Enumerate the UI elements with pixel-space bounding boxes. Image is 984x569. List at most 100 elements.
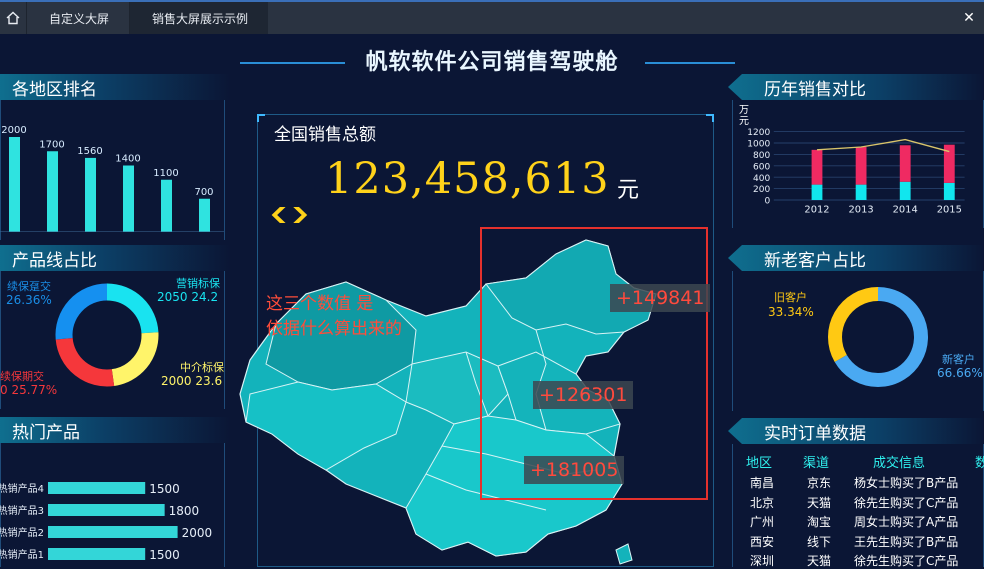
hot-product-bar xyxy=(48,504,165,516)
history-bar-high xyxy=(855,146,867,185)
hot-product-value: 1500 xyxy=(149,482,180,496)
orders-col-channel: 渠道 xyxy=(803,456,830,471)
tab-sales-demo[interactable]: 销售大屏展示示例 xyxy=(129,2,269,34)
history-bar-low xyxy=(943,182,955,200)
pl-label-topright-val: 2050 24.2 xyxy=(157,290,219,304)
order-channel: 淘宝 xyxy=(807,515,832,529)
history-ytick: 0 xyxy=(764,197,770,207)
orders-col-info: 成交信息 xyxy=(873,456,926,471)
region-bar xyxy=(161,179,172,232)
customers-donut xyxy=(828,287,928,387)
order-region: 深圳 xyxy=(750,554,775,568)
hot-product-value: 1800 xyxy=(169,504,200,518)
hot-product-bar xyxy=(48,526,178,538)
new-customer-pct: 66.66% xyxy=(937,366,983,380)
orders-col-extra: 数 xyxy=(975,456,984,471)
page-title: 帆软软件公司销售驾驶舱 xyxy=(365,50,619,75)
hot-products-bar-chart: 热销产品41500热销产品31800热销产品22000热销产品115000500… xyxy=(0,482,213,562)
order-info: 徐先生购买了C产品 xyxy=(854,554,959,568)
product-line-slice xyxy=(55,283,108,340)
order-info: 徐先生购买了C产品 xyxy=(854,495,959,510)
close-icon[interactable]: ✕ xyxy=(954,2,984,34)
order-info: 杨女士购买了B产品 xyxy=(854,476,959,490)
chevron-icon: ❮❯ xyxy=(267,204,311,223)
order-region: 南昌 xyxy=(750,476,775,490)
region-bar-label: 1400 xyxy=(115,154,140,165)
order-channel: 天猫 xyxy=(807,554,832,568)
new-customer-label: 新客户 xyxy=(942,353,975,366)
history-bar-high xyxy=(811,149,823,185)
hot-product-label: 热销产品2 xyxy=(0,526,44,539)
total-sales-label: 全国销售总额 xyxy=(274,125,376,145)
map-value-northeast: +149841 xyxy=(610,284,711,312)
orders-col-region: 地区 xyxy=(746,456,773,471)
regions-bar-chart: 2000广东1700江苏1560浙江1400安徽1100河南700河北 xyxy=(0,125,224,232)
tab-custom-screen[interactable]: 自定义大屏 xyxy=(26,2,129,34)
order-channel: 京东 xyxy=(807,476,832,490)
orders-header: 实时订单数据 xyxy=(728,418,984,444)
order-region: 北京 xyxy=(750,495,775,510)
hot-products-header: 热门产品 xyxy=(0,417,230,443)
region-bar-label: 700 xyxy=(194,187,213,198)
region-bar-label: 2000 xyxy=(1,125,26,136)
customers-header: 新老客户占比 xyxy=(728,245,984,271)
order-channel: 天猫 xyxy=(807,495,832,510)
history-chart: 0 200400 6008001000 1200 2012 2013 2014 2015 xyxy=(747,128,965,216)
hot-product-bar xyxy=(48,548,146,560)
total-sales-value: 123,458,613 xyxy=(325,154,610,204)
order-region: 广州 xyxy=(750,515,775,529)
tab-bar: 自定义大屏 销售大屏展示示例 ✕ xyxy=(0,0,984,34)
home-icon[interactable] xyxy=(0,2,26,34)
order-info: 王先生购买了B产品 xyxy=(854,534,959,549)
pl-label-topright-name: 营销标保 xyxy=(176,277,220,290)
history-bar-low xyxy=(899,181,911,200)
total-sales-unit: 元 xyxy=(617,178,640,203)
order-region: 西安 xyxy=(750,534,775,549)
pl-label-topleft-pct: 26.36% xyxy=(6,293,52,307)
history-ytick: 400 xyxy=(753,174,770,184)
annotation-text: 这三个数值 是 依据什么算出来的 xyxy=(266,294,402,339)
old-customer-pct: 33.34% xyxy=(768,305,814,319)
history-line xyxy=(816,138,950,153)
history-header: 历年销售对比 xyxy=(728,74,984,100)
history-xtick: 2012 xyxy=(804,205,829,216)
pl-label-bottomleft-val: 0 25.77% xyxy=(0,383,58,397)
history-ytick: 1200 xyxy=(747,128,770,138)
history-xtick: 2014 xyxy=(893,205,918,216)
product-line-slice xyxy=(106,283,159,334)
region-bar xyxy=(9,137,20,232)
history-ytick: 200 xyxy=(753,185,770,195)
customer-slice xyxy=(828,287,879,363)
history-bar-low xyxy=(855,184,867,200)
dashboard: 帆软软件公司销售驾驶舱 各地区排名 2000广东1700江苏1560浙江1400… xyxy=(0,34,984,568)
product-line-donut xyxy=(55,283,159,387)
hot-product-label: 热销产品4 xyxy=(0,482,44,495)
history-xtick: 2013 xyxy=(849,205,874,216)
hot-product-label: 热销产品3 xyxy=(0,504,44,517)
pl-label-bottomleft-name: 续保期交 xyxy=(0,370,44,383)
region-bar xyxy=(47,151,58,232)
product-line-slice xyxy=(55,337,115,387)
pl-label-bottomright-val: 2000 23.6 xyxy=(161,374,223,388)
hot-product-value: 1500 xyxy=(149,548,180,562)
map-value-south: +181005 xyxy=(524,456,625,484)
product-line-header: 产品线占比 xyxy=(0,245,230,271)
hot-product-label: 热销产品1 xyxy=(0,548,44,561)
order-channel: 线下 xyxy=(807,534,832,549)
region-bar-label: 1700 xyxy=(39,139,64,150)
history-ytick: 600 xyxy=(753,162,770,172)
history-ytick: 800 xyxy=(753,151,770,161)
old-customer-label: 旧客户 xyxy=(774,291,807,304)
hot-product-value: 2000 xyxy=(182,526,213,540)
history-bar-low xyxy=(811,184,823,200)
history-bar-high xyxy=(899,145,911,182)
region-bar xyxy=(85,157,96,232)
pl-label-bottomright-name: 中介标保 xyxy=(180,361,224,374)
pl-label-topleft-name: 续保趸交 xyxy=(7,280,51,293)
map-value-central: +126301 xyxy=(533,381,634,409)
order-info: 周女士购买了A产品 xyxy=(854,515,959,529)
history-ytick: 1000 xyxy=(747,140,770,150)
region-bar-label: 1100 xyxy=(153,168,178,179)
region-bar-label: 1560 xyxy=(77,146,102,157)
hot-product-bar xyxy=(48,482,146,494)
